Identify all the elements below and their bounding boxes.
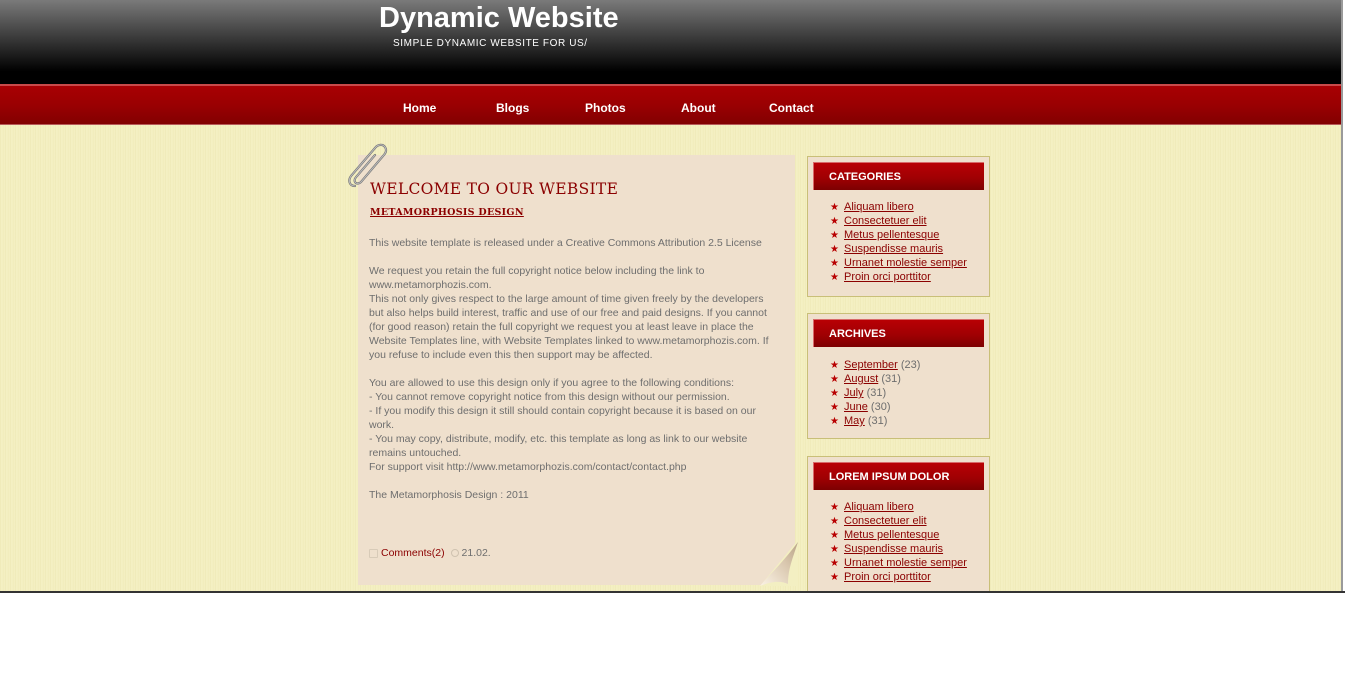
star-bullet-icon: ★ <box>830 558 839 569</box>
clock-icon <box>450 549 459 558</box>
list-item: ★ Metus pellentesque <box>830 528 967 542</box>
archives-widget: ARCHIVES ★ September (23) ★ August (31) ★ J… <box>807 313 990 439</box>
star-bullet-icon: ★ <box>830 416 839 427</box>
widget-title: LOREM IPSUM DOLOR <box>829 471 950 483</box>
list-item: ★ Consectetuer elit <box>830 514 967 528</box>
category-link[interactable]: Suspendisse mauris <box>844 243 943 255</box>
post-paragraph: The Metamorphosis Design : 2011 <box>369 489 529 501</box>
comments-link[interactable]: Comments(2) <box>381 547 445 559</box>
archive-link[interactable]: August <box>844 373 878 385</box>
post-meta: Comments(2) 21.02. <box>369 547 491 559</box>
nav-blogs[interactable]: Blogs <box>496 101 529 115</box>
widget-title: ARCHIVES <box>829 328 886 340</box>
lorem-link[interactable]: Suspendisse mauris <box>844 543 943 555</box>
list-item: ★ Aliquam libero <box>830 200 967 214</box>
lorem-link[interactable]: Aliquam libero <box>844 501 914 513</box>
list-item: ★ Urnanet molestie semper <box>830 556 967 570</box>
category-link[interactable]: Aliquam libero <box>844 201 914 213</box>
post-title: WELCOME TO OUR WEBSITE <box>370 180 619 198</box>
archive-count: (31) <box>867 415 888 427</box>
list-item: ★ June (30) <box>830 400 920 414</box>
list-item: ★ Suspendisse mauris <box>830 542 967 556</box>
lorem-ipsum-widget: LOREM IPSUM DOLOR ★ Aliquam libero ★ Conse… <box>807 456 990 592</box>
lorem-link[interactable]: Consectetuer elit <box>844 515 927 527</box>
star-bullet-icon: ★ <box>830 544 839 555</box>
list-item: ★ Proin orci porttitor <box>830 570 967 584</box>
archive-count: (30) <box>870 401 891 413</box>
star-bullet-icon: ★ <box>830 230 839 241</box>
star-bullet-icon: ★ <box>830 216 839 227</box>
page-curl-icon <box>760 540 798 586</box>
viewport-bottom-edge <box>0 591 1345 593</box>
widget-header: LOREM IPSUM DOLOR <box>813 462 984 490</box>
star-bullet-icon: ★ <box>830 258 839 269</box>
post-subtitle-link[interactable]: METAMORPHOSIS DESIGN <box>370 207 524 218</box>
star-bullet-icon: ★ <box>830 530 839 541</box>
nav-about[interactable]: About <box>681 101 716 115</box>
category-link[interactable]: Consectetuer elit <box>844 215 927 227</box>
site-header: Dynamic Website SIMPLE DYNAMIC WEBSITE F… <box>0 0 1341 84</box>
viewport-right-edge <box>1341 0 1343 592</box>
list-item: ★ Suspendisse mauris <box>830 242 967 256</box>
category-link[interactable]: Proin orci porttitor <box>844 271 931 283</box>
categories-widget: CATEGORIES ★ Aliquam libero ★ Consectetuer… <box>807 156 990 297</box>
nav-contact[interactable]: Contact <box>769 101 814 115</box>
nav-home[interactable]: Home <box>403 101 436 115</box>
widget-title: CATEGORIES <box>829 171 901 183</box>
star-bullet-icon: ★ <box>830 516 839 527</box>
list-item: ★ Metus pellentesque <box>830 228 967 242</box>
lorem-link[interactable]: Urnanet molestie semper <box>844 557 967 569</box>
nav-photos[interactable]: Photos <box>585 101 626 115</box>
list-item: ★ Consectetuer elit <box>830 214 967 228</box>
widget-header: ARCHIVES <box>813 319 984 347</box>
list-item: ★ August (31) <box>830 372 920 386</box>
widget-header: CATEGORIES <box>813 162 984 190</box>
list-item: ★ July (31) <box>830 386 920 400</box>
comment-icon <box>369 548 378 558</box>
star-bullet-icon: ★ <box>830 502 839 513</box>
star-bullet-icon: ★ <box>830 388 839 399</box>
star-bullet-icon: ★ <box>830 374 839 385</box>
list-item: ★ Urnanet molestie semper <box>830 256 967 270</box>
browser-viewport: Dynamic Website SIMPLE DYNAMIC WEBSITE F… <box>0 0 1341 592</box>
post-body: This website template is released under … <box>369 236 769 516</box>
list-item: ★ May (31) <box>830 414 920 428</box>
archive-link[interactable]: September <box>844 359 898 371</box>
post-paragraph: You are allowed to use this design only … <box>369 377 756 473</box>
star-bullet-icon: ★ <box>830 244 839 255</box>
list-item: ★ September (23) <box>830 358 920 372</box>
archive-link[interactable]: July <box>844 387 864 399</box>
archive-link[interactable]: May <box>844 415 865 427</box>
archive-count: (23) <box>900 359 921 371</box>
star-bullet-icon: ★ <box>830 402 839 413</box>
list-item: ★ Aliquam libero <box>830 500 967 514</box>
site-title[interactable]: Dynamic Website <box>379 2 619 35</box>
archive-link[interactable]: June <box>844 401 868 413</box>
category-link[interactable]: Metus pellentesque <box>844 229 939 241</box>
post-paragraph: This website template is released under … <box>369 237 762 249</box>
archive-count: (31) <box>881 373 901 385</box>
post-date: 21.02. <box>461 547 491 559</box>
site-tagline: SIMPLE DYNAMIC WEBSITE FOR US/ <box>393 38 588 49</box>
main-nav: Home Blogs Photos About Contact <box>0 84 1341 125</box>
star-bullet-icon: ★ <box>830 572 839 583</box>
category-link[interactable]: Urnanet molestie semper <box>844 257 967 269</box>
archives-list: ★ September (23) ★ August (31) ★ July (31) … <box>830 358 920 428</box>
star-bullet-icon: ★ <box>830 202 839 213</box>
star-bullet-icon: ★ <box>830 360 839 371</box>
lorem-link[interactable]: Proin orci porttitor <box>844 571 931 583</box>
archive-count: (31) <box>866 387 887 399</box>
list-item: ★ Proin orci porttitor <box>830 270 967 284</box>
categories-list: ★ Aliquam libero ★ Consectetuer elit ★ Metu… <box>830 200 967 284</box>
lorem-list: ★ Aliquam libero ★ Consectetuer elit ★ Metu… <box>830 500 967 584</box>
lorem-link[interactable]: Metus pellentesque <box>844 529 939 541</box>
post-paragraph: We request you retain the full copyright… <box>369 265 769 361</box>
star-bullet-icon: ★ <box>830 272 839 283</box>
